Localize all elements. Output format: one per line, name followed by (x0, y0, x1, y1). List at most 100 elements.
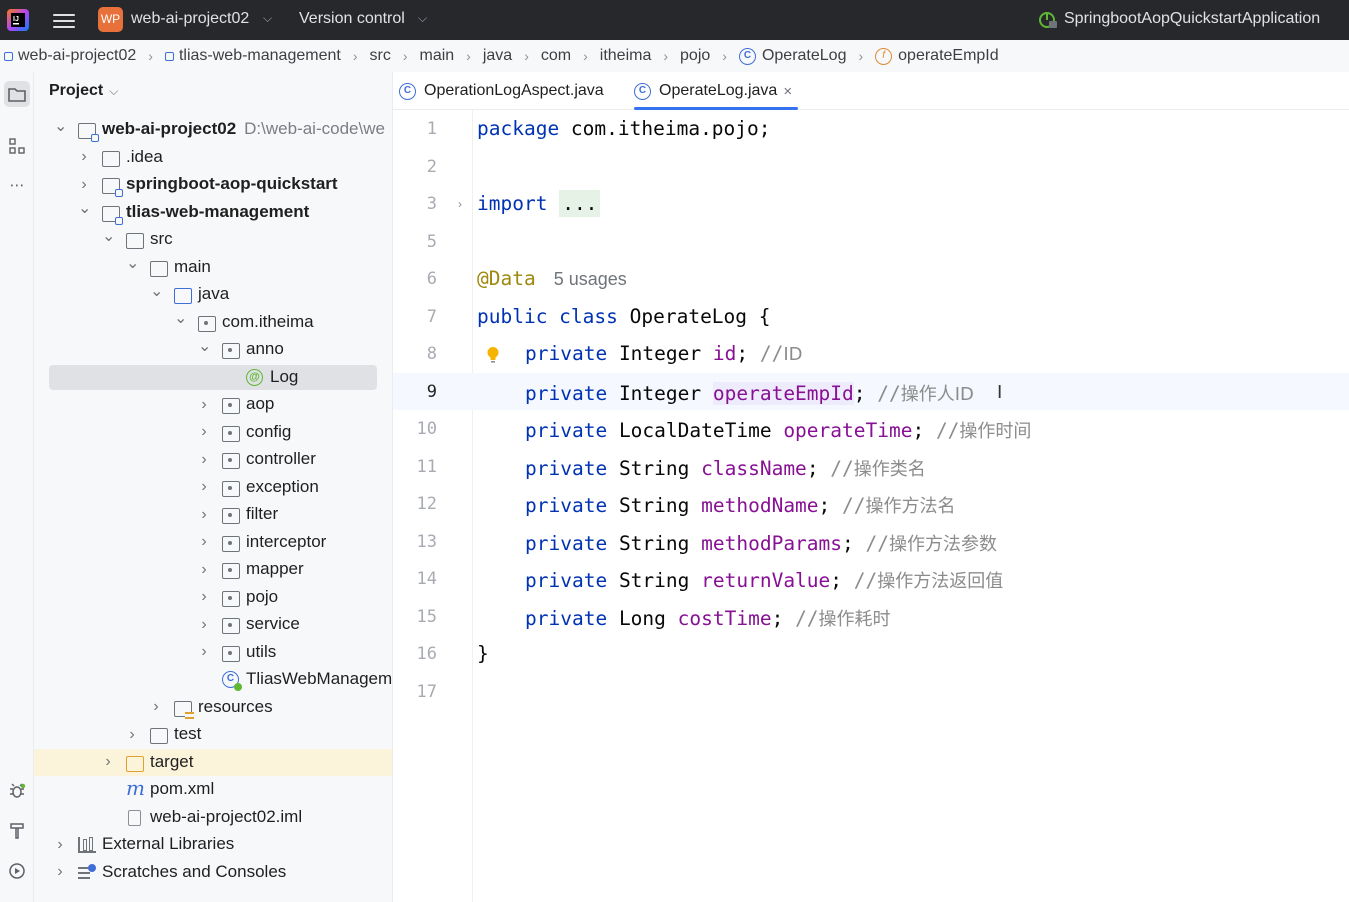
chevron-down-icon[interactable]: ⌄ (102, 226, 115, 246)
chevron-right-icon[interactable]: › (150, 698, 162, 716)
folded-imports[interactable]: ... (559, 190, 601, 217)
tree-item-controller[interactable]: › controller (34, 446, 392, 473)
tree-item-resources[interactable]: › resources (34, 694, 392, 721)
debug-tool-window-icon[interactable] (4, 778, 30, 804)
code-line-field: private String methodParams; //操作方法参数 (525, 531, 997, 555)
chevron-down-icon[interactable]: ⌵ (418, 11, 427, 26)
code-comment: //操作方法名 (842, 494, 956, 517)
field-name[interactable]: methodName (701, 494, 818, 517)
field-name[interactable]: className (701, 457, 807, 480)
tab-operate-log[interactable]: C OperateLog.java × (634, 72, 799, 110)
tree-item-target[interactable]: › target (34, 748, 392, 776)
breadcrumb-item-main[interactable]: main (419, 47, 454, 65)
tree-item-pojo[interactable]: › pojo (34, 584, 392, 611)
project-badge[interactable]: WP (98, 7, 123, 32)
breadcrumb-item-class[interactable]: C OperateLog (738, 47, 846, 65)
field-name[interactable]: operateEmpId (712, 381, 854, 405)
tree-item-scratches-and-consoles[interactable]: › Scratches and Consoles (34, 859, 392, 886)
project-view-selector[interactable]: Project ⌵ (49, 82, 118, 100)
code-line-field: private String methodName; //操作方法名 (525, 494, 956, 517)
chevron-down-icon: ⌵ (109, 84, 119, 98)
tree-item-springboot-aop-quickstart[interactable]: › springboot-aop-quickstart (34, 171, 392, 198)
tree-item-main[interactable]: ⌄ main (34, 253, 392, 281)
fold-expand-icon[interactable]: › (458, 197, 462, 211)
lightbulb-icon[interactable] (486, 346, 500, 364)
structure-tool-window-icon[interactable] (4, 133, 30, 159)
main-menu-icon[interactable] (53, 10, 75, 30)
field-name[interactable]: returnValue (701, 569, 830, 592)
chevron-down-icon[interactable]: ⌄ (54, 116, 67, 136)
tree-item-tliaswebmanageme[interactable]: C TliasWebManageme (34, 666, 392, 693)
tree-item-external-libraries[interactable]: › External Libraries (34, 831, 392, 858)
tree-item-pom-xml[interactable]: m pom.xml (34, 776, 392, 803)
tab-operation-log-aspect[interactable]: C OperationLogAspect.java (399, 72, 604, 110)
project-tool-window-icon[interactable] (4, 81, 30, 107)
run-configuration-selector[interactable]: SpringbootAopQuickstartApplication (1064, 10, 1320, 28)
chevron-right-icon[interactable]: › (198, 643, 210, 661)
chevron-right-icon[interactable]: › (78, 148, 90, 166)
intellij-logo-icon[interactable]: IJ (6, 8, 30, 32)
chevron-down-icon[interactable]: ⌄ (150, 281, 163, 301)
chevron-down-icon[interactable]: ⌵ (263, 11, 272, 26)
breadcrumb-item-project[interactable]: web-ai-project02 (4, 47, 136, 65)
chevron-right-icon[interactable]: › (198, 616, 210, 634)
tree-item-config[interactable]: › config (34, 419, 392, 446)
build-tool-window-icon[interactable] (4, 818, 30, 844)
tree-item-mapper[interactable]: › mapper (34, 556, 392, 583)
chevron-down-icon[interactable]: ⌄ (174, 308, 187, 328)
breadcrumb-item-java[interactable]: java (483, 47, 512, 65)
tree-item-web-ai-project02[interactable]: ⌄ web-ai-project02 D:\web-ai-code\we (34, 116, 392, 143)
field-name[interactable]: costTime (678, 607, 772, 630)
field-name[interactable]: operateTime (783, 419, 912, 442)
project-switcher[interactable]: web-ai-project02 (131, 10, 249, 28)
breadcrumb-item-module[interactable]: tlias-web-management (164, 47, 341, 65)
tree-item-aop[interactable]: › aop (34, 391, 392, 418)
tree-item-web-ai-project02-iml[interactable]: web-ai-project02.iml (34, 804, 392, 831)
chevron-right-icon[interactable]: › (78, 176, 90, 194)
usages-inlay-hint[interactable]: 5 usages (554, 269, 627, 289)
chevron-down-icon[interactable]: ⌄ (198, 336, 211, 356)
chevron-right-icon[interactable]: › (54, 836, 66, 854)
excluded-folder-icon (126, 755, 144, 772)
tree-item-src[interactable]: ⌄ src (34, 226, 392, 253)
chevron-right-icon[interactable]: › (198, 451, 210, 469)
close-icon[interactable]: × (783, 83, 792, 100)
tree-item-anno[interactable]: ⌄ anno (34, 336, 392, 363)
tree-item-log[interactable]: @ Log (34, 364, 392, 391)
chevron-down-icon[interactable]: ⌄ (126, 253, 139, 273)
chevron-right-icon[interactable]: › (198, 423, 210, 441)
breadcrumb-item-src[interactable]: src (369, 47, 390, 65)
chevron-right-icon[interactable]: › (198, 533, 210, 551)
chevron-right-icon[interactable]: › (126, 726, 138, 744)
tree-item-java[interactable]: ⌄ java (34, 281, 392, 308)
tree-item-exception[interactable]: › exception (34, 474, 392, 501)
chevron-right-icon[interactable]: › (54, 863, 66, 881)
tree-item-service[interactable]: › service (34, 611, 392, 638)
tree-item-idea[interactable]: › .idea (34, 144, 392, 171)
chevron-right-icon[interactable]: › (102, 753, 114, 771)
tree-item-interceptor[interactable]: › interceptor (34, 529, 392, 556)
field-name[interactable]: id (713, 342, 736, 365)
tree-item-com-itheima[interactable]: ⌄ com.itheima (34, 308, 392, 336)
chevron-down-icon[interactable]: ⌄ (78, 198, 91, 218)
tree-item-utils[interactable]: › utils (34, 639, 392, 666)
chevron-right-icon[interactable]: › (198, 561, 210, 579)
breadcrumb-item-com[interactable]: com (541, 47, 571, 65)
services-tool-window-icon[interactable] (4, 858, 30, 884)
tree-item-filter[interactable]: › filter (34, 501, 392, 528)
line-number: 5 (426, 232, 437, 252)
breadcrumb-item-itheima[interactable]: itheima (600, 47, 652, 65)
version-control-menu[interactable]: Version control (299, 10, 405, 28)
chevron-right-icon[interactable]: › (198, 396, 210, 414)
field-name[interactable]: methodParams (701, 532, 842, 555)
more-tool-windows-icon[interactable]: ⋯ (4, 172, 30, 198)
chevron-right-icon[interactable]: › (198, 478, 210, 496)
spring-boot-run-config-icon[interactable] (1037, 10, 1059, 30)
tree-item-test[interactable]: › test (34, 721, 392, 748)
breadcrumb-item-pojo[interactable]: pojo (680, 47, 710, 65)
chevron-right-icon[interactable]: › (198, 506, 210, 524)
editor-tab-bar: C OperationLogAspect.java C OperateLog.jav… (393, 72, 1349, 110)
tree-item-tlias-web-management[interactable]: ⌄ tlias-web-management (34, 198, 392, 226)
chevron-right-icon[interactable]: › (198, 588, 210, 606)
breadcrumb-item-field[interactable]: f operateEmpId (875, 47, 999, 65)
